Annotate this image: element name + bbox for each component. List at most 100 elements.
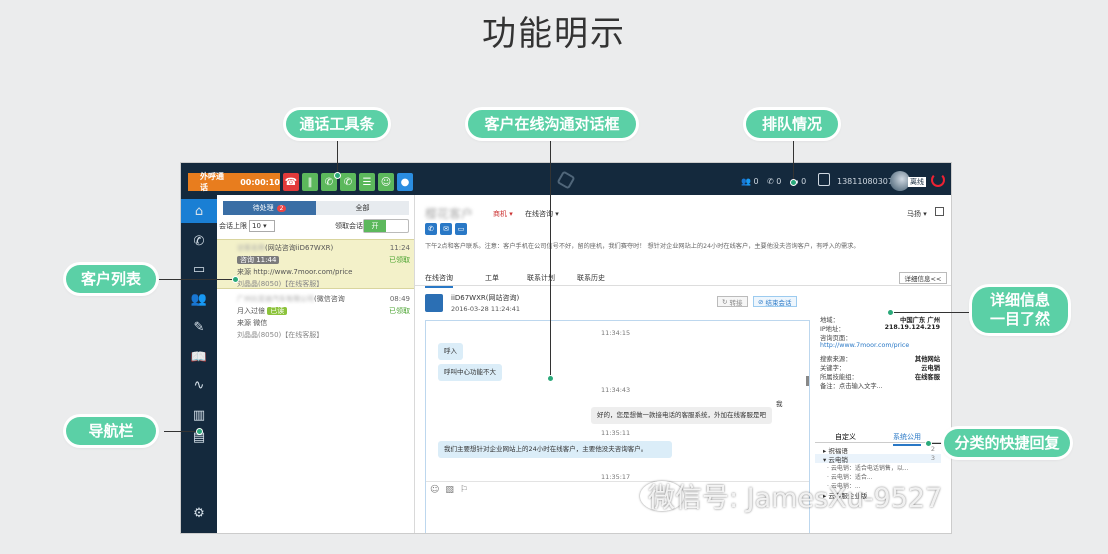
- callout-dot: [887, 309, 894, 316]
- claim-session-toggle[interactable]: 开: [363, 219, 409, 233]
- tab-all[interactable]: 全部: [316, 201, 409, 215]
- tab-custom[interactable]: 自定义: [835, 432, 856, 442]
- callout-line: [156, 279, 234, 280]
- list-item[interactable]: 广州比亚迪汽车有限公司(微信咨询 月入过億 已读 来源 微信 刘晶晶(8050)…: [217, 291, 414, 341]
- tab-contact-history[interactable]: 联系历史: [577, 273, 605, 283]
- tab-system[interactable]: 系统公用: [893, 432, 921, 446]
- callout-dot: [334, 172, 341, 179]
- timestamp: 11:34:43: [601, 386, 631, 394]
- gear-icon[interactable]: ⚙: [181, 501, 217, 525]
- session-date: 2016-03-28 11:24:41: [451, 305, 521, 313]
- email-icon[interactable]: ✉: [440, 223, 452, 235]
- chat-scrollbar[interactable]: [806, 376, 809, 386]
- callout-queue: 排队情况: [746, 110, 838, 138]
- home-icon[interactable]: ⌂: [181, 199, 217, 223]
- tab-ticket[interactable]: 工单: [485, 273, 499, 283]
- avatar[interactable]: [890, 171, 910, 191]
- chat-bubble-button[interactable]: ●: [397, 173, 413, 191]
- timestamp: 11:35:11: [601, 429, 631, 437]
- session-limit-label: 会话上限: [219, 222, 247, 230]
- remark-input[interactable]: 备注：点击输入文字...: [820, 381, 940, 390]
- callout-line: [164, 431, 198, 432]
- callout-dot: [547, 375, 554, 382]
- customer-notes: 下午2点和客户联系。注意：客户手机在公司信号不好，留的座机，我们赛夺时！ 想针对…: [425, 243, 860, 250]
- outbound-call-button[interactable]: 外呼通话 00:00:10: [188, 172, 280, 192]
- pause-icon: ‖: [307, 176, 313, 188]
- list-item[interactable]: ▾ 云电销 3: [815, 454, 941, 464]
- emoji-icon[interactable]: ☺: [430, 485, 439, 495]
- timestamp: 11:34:15: [601, 329, 631, 337]
- detail-toggle-button[interactable]: 详细信息<<: [899, 272, 947, 284]
- detail-row: 所属技能组： 在线客服: [820, 374, 940, 381]
- callout-line: [550, 136, 551, 376]
- agent-phone-number[interactable]: 13811080307: [837, 177, 893, 186]
- edit-icon[interactable]: [935, 207, 944, 216]
- chat-icon[interactable]: ▭: [181, 257, 217, 281]
- consult-time-chip: 咨询 11:44: [237, 256, 280, 264]
- callout-line: [890, 312, 972, 313]
- customer-name: 樱花客户: [425, 207, 474, 221]
- visitor-avatar: [425, 294, 443, 312]
- hangup-icon: ☎: [284, 176, 298, 188]
- callout-dot: [790, 179, 797, 186]
- power-icon[interactable]: [931, 173, 945, 187]
- stage-dropdown[interactable]: 商机 ▾: [493, 209, 513, 219]
- callout-chat: 客户在线沟通对话框: [468, 110, 636, 138]
- hold-button[interactable]: ‖: [302, 173, 318, 191]
- callout-line: [793, 136, 794, 180]
- consult-call-button[interactable]: ✆: [340, 173, 356, 191]
- call-timer: 00:00:10: [240, 177, 280, 187]
- watermark: 微信号: JamesXu-9527: [648, 483, 943, 514]
- message-in: 我们主要想针对企业网站上的24小时在线客户，主要他没夫咨询客户。: [438, 441, 672, 458]
- session-limit-select[interactable]: 10 ▾: [249, 220, 275, 232]
- image-icon[interactable]: ▧: [445, 485, 454, 495]
- content-tabs: 在线咨询 工单 联系计划 联系历史 详细信息<<: [415, 270, 951, 288]
- callout-dot: [196, 428, 203, 435]
- smile-icon: ☺: [380, 176, 392, 188]
- visitor-name: iiD67WXR(网站咨询): [451, 294, 520, 302]
- sms-icon[interactable]: ▭: [455, 223, 467, 235]
- speech-bubble-icon: ●: [400, 176, 410, 188]
- detail-row: 咨询页面：http://www.7moor.com/price: [820, 335, 910, 349]
- queue-agents-stat[interactable]: 👥 0: [741, 177, 759, 186]
- list-item[interactable]: · 云电销：适合电话销售，以...: [815, 463, 941, 472]
- list-item[interactable]: ▸ 祝福语 2: [815, 445, 941, 455]
- keypad-button[interactable]: ☰: [359, 173, 375, 191]
- pending-count-badge: 2: [276, 204, 287, 212]
- visitor-details: 地域： 中国广东 广州 IP地址： 218.19.124.219 咨询页面：http…: [820, 315, 940, 390]
- source-dropdown[interactable]: 在线咨询 ▾: [525, 209, 559, 219]
- pulse-icon[interactable]: ∿: [181, 373, 217, 397]
- phone-icon[interactable]: ✆: [181, 229, 217, 253]
- phone-consult-icon: ✆: [343, 176, 353, 188]
- book-icon[interactable]: 📖: [181, 345, 217, 369]
- owner-dropdown[interactable]: 马扬 ▾: [907, 209, 927, 219]
- callout-line: [337, 136, 338, 172]
- end-session-button[interactable]: ⊘ 结束会话: [753, 296, 797, 307]
- page: 功能明示 外呼通话 00:00:10 ☎ ‖ ✆ ✆ ☰ ☺ ● 👥 0 ✆ 0…: [0, 0, 1108, 554]
- timestamp: 11:35:17: [601, 473, 631, 481]
- transfer-button[interactable]: ↻ 转接: [717, 296, 748, 307]
- rating-icon[interactable]: ⚐: [460, 485, 468, 495]
- list-item[interactable]: 访客名称(网站咨询iiD67WXR) 咨询 11:44 来源 http://ww…: [217, 239, 414, 289]
- tab-online-consult[interactable]: 在线咨询: [425, 273, 453, 288]
- callout-details: 详细信息 一目了然: [972, 287, 1068, 333]
- hangup-button[interactable]: ☎: [283, 173, 299, 191]
- queue-calls-stat[interactable]: ✆ 0: [767, 177, 781, 186]
- message-in: 呼入: [438, 343, 463, 360]
- tab-pending[interactable]: 待处理 2: [223, 201, 316, 215]
- detail-row: 地域： 中国广东 广州: [820, 317, 940, 324]
- users-icon[interactable]: 👥: [181, 287, 217, 311]
- sender-label: 我: [776, 400, 783, 408]
- agent-status-badge[interactable]: 离线: [908, 177, 926, 187]
- app-logo-icon: [556, 170, 576, 190]
- satisfaction-button[interactable]: ☺: [378, 173, 394, 191]
- detail-row: IP地址： 218.19.124.219: [820, 324, 940, 333]
- edit-icon[interactable]: ✎: [181, 315, 217, 339]
- call-customer-icon[interactable]: ✆: [425, 223, 437, 235]
- detail-row: 搜索来源： 其他网站: [820, 356, 940, 363]
- outbound-label: 外呼通话: [200, 172, 224, 192]
- phone-forward-icon: ✆: [324, 176, 334, 188]
- session-limit-row: 会话上限 10 ▾ 领取会话 : 开: [219, 219, 413, 233]
- message-out: 好的，您是想做一款接电话的客服系统，外加在线客服是吧: [591, 407, 772, 424]
- chart-icon[interactable]: ▥: [181, 403, 217, 427]
